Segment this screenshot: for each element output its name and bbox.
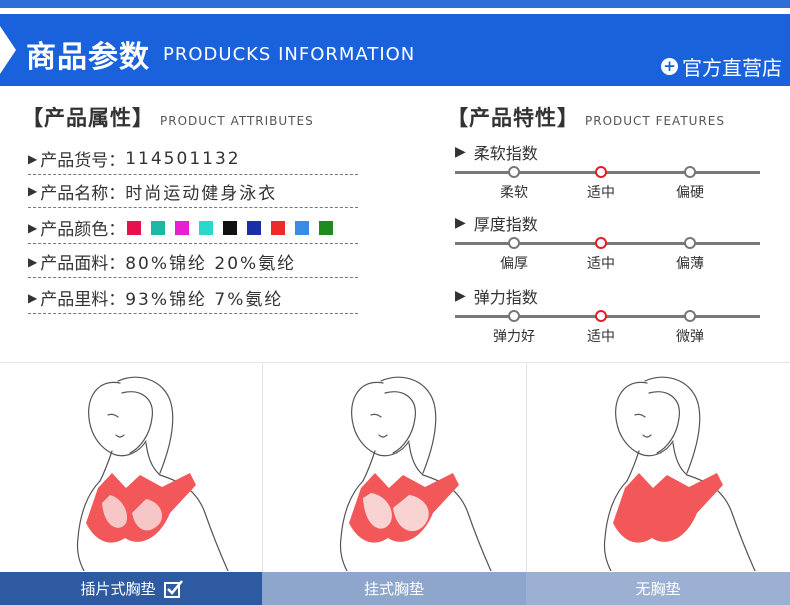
bra-shape xyxy=(613,473,723,543)
softness-option-label: 柔软 xyxy=(500,185,528,201)
color-swatch xyxy=(175,220,190,235)
softness-option-knob xyxy=(684,166,696,178)
feature-elasticity-title: ▶ 弹力指数 xyxy=(455,284,538,308)
color-swatch xyxy=(199,220,214,235)
features-heading-cn: 【产品特性】 xyxy=(447,106,579,130)
thickness-option-label: 偏薄 xyxy=(676,256,704,272)
official-store-link[interactable]: + 官方直营店 xyxy=(661,52,782,81)
attr-value: 114501132 xyxy=(125,148,241,169)
softness-option-knob xyxy=(508,166,520,178)
thickness-scale xyxy=(455,242,760,245)
softness-option-label: 适中 xyxy=(587,185,615,201)
thickness-option-knob xyxy=(684,237,696,249)
attr-label: 产品货号： xyxy=(40,151,126,171)
color-swatch xyxy=(223,220,238,235)
softness-option-label: 偏硬 xyxy=(676,185,704,201)
official-store-label: 官方直营店 xyxy=(682,56,782,80)
color-swatch xyxy=(247,220,262,235)
header-banner: 商品参数 PRODUCKS INFORMATION + 官方直营店 xyxy=(0,0,790,88)
page-subtitle: PRODUCKS INFORMATION xyxy=(163,44,416,65)
color-swatch xyxy=(271,220,286,235)
attr-row-item-no: ▶ 产品货号： 114501132 xyxy=(28,143,358,175)
elasticity-scale xyxy=(455,315,760,318)
thickness-option-knob xyxy=(508,237,520,249)
attr-row-colors: ▶ 产品颜色： xyxy=(28,212,358,244)
triangle-right-icon: ▶ xyxy=(28,254,38,269)
banner-top-line xyxy=(0,0,790,8)
pad-panel-hanging xyxy=(263,363,525,571)
triangle-right-icon: ▶ xyxy=(455,215,466,231)
feature-title-label: 弹力指数 xyxy=(473,288,538,307)
attr-row-name: ▶ 产品名称： 时尚运动健身泳衣 xyxy=(28,175,358,208)
elasticity-option-label: 弹力好 xyxy=(493,329,535,345)
pad-panel-none xyxy=(527,363,790,571)
feature-thickness-title: ▶ 厚度指数 xyxy=(455,211,538,235)
woman-sketch-insert-pad-icon xyxy=(76,376,229,571)
thickness-option-label: 偏厚 xyxy=(500,256,528,272)
tab-label: 插片式胸垫 xyxy=(80,580,156,598)
attr-value: 80%锦纶 20%氨纶 xyxy=(125,254,297,274)
attr-value: 时尚运动健身泳衣 xyxy=(125,183,278,204)
triangle-right-icon: ▶ xyxy=(28,151,38,166)
woman-sketch-hanging-pad-icon xyxy=(339,376,492,571)
feature-title-label: 柔软指数 xyxy=(473,144,538,163)
woman-sketch-no-pad-icon xyxy=(603,376,756,571)
triangle-right-icon: ▶ xyxy=(28,220,38,235)
features-heading: 【产品特性】 PRODUCT FEATURES xyxy=(447,102,725,132)
thickness-selected-knob xyxy=(595,237,607,249)
color-swatch xyxy=(127,220,142,235)
softness-scale xyxy=(455,171,760,174)
feature-softness-title: ▶ 柔软指数 xyxy=(455,140,538,164)
checkbox-checked-icon xyxy=(163,579,183,598)
attr-row-fabric: ▶ 产品面料： 80%锦纶 20%氨纶 xyxy=(28,246,358,278)
tab-insert-pad[interactable]: 插片式胸垫 xyxy=(0,572,262,605)
elasticity-option-knob xyxy=(684,310,696,322)
color-swatch xyxy=(151,220,166,235)
attributes-heading-cn: 【产品属性】 xyxy=(22,106,154,130)
pad-panel-insert xyxy=(0,363,262,571)
triangle-right-icon: ▶ xyxy=(28,290,38,305)
tab-label: 无胸垫 xyxy=(635,580,681,598)
tab-no-pad[interactable]: 无胸垫 xyxy=(526,572,790,605)
tab-hanging-pad[interactable]: 挂式胸垫 xyxy=(262,572,526,605)
triangle-right-icon: ▶ xyxy=(455,144,466,160)
chevron-right-icon xyxy=(0,26,16,74)
elasticity-option-knob xyxy=(508,310,520,322)
attr-label: 产品面料： xyxy=(40,254,126,274)
softness-selected-knob xyxy=(595,166,607,178)
elasticity-selected-knob xyxy=(595,310,607,322)
triangle-right-icon: ▶ xyxy=(455,288,466,304)
page-title: 商品参数 xyxy=(26,40,150,75)
feature-title-label: 厚度指数 xyxy=(473,215,538,234)
color-swatches xyxy=(127,220,334,235)
attr-label: 产品里料： xyxy=(40,290,126,310)
triangle-right-icon: ▶ xyxy=(28,184,38,198)
attr-label: 产品名称： xyxy=(40,183,126,204)
thickness-option-label: 适中 xyxy=(587,256,615,272)
elasticity-option-label: 微弹 xyxy=(676,329,704,345)
attr-label: 产品颜色： xyxy=(40,220,126,240)
color-swatch xyxy=(295,220,310,235)
attributes-heading: 【产品属性】 PRODUCT ATTRIBUTES xyxy=(22,102,314,132)
color-swatch xyxy=(319,220,334,235)
attr-row-lining: ▶ 产品里料： 93%锦纶 7%氨纶 xyxy=(28,282,358,314)
attributes-heading-en: PRODUCT ATTRIBUTES xyxy=(160,114,314,128)
features-heading-en: PRODUCT FEATURES xyxy=(585,114,725,128)
tab-label: 挂式胸垫 xyxy=(363,580,424,598)
attr-value: 93%锦纶 7%氨纶 xyxy=(125,290,284,310)
plus-circle-icon: + xyxy=(661,58,678,75)
elasticity-option-label: 适中 xyxy=(587,329,615,345)
